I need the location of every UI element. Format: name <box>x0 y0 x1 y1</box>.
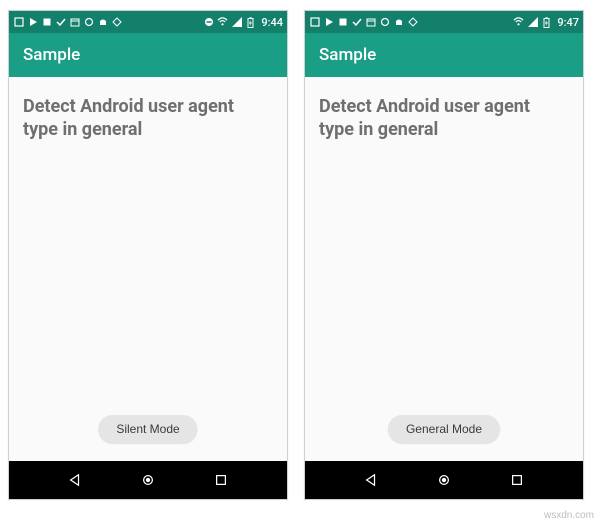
app-bar: Sample <box>305 33 583 77</box>
navigation-bar <box>9 461 287 499</box>
play-icon <box>27 17 38 28</box>
status-bar: 9:47 <box>305 11 583 33</box>
status-left-icons <box>309 17 418 28</box>
wifi-icon <box>217 17 228 28</box>
status-bar: 9:44 <box>9 11 287 33</box>
status-left-icons <box>13 17 122 28</box>
battery-icon <box>541 17 552 28</box>
circle-icon <box>83 17 94 28</box>
content-area: Detect Android user agent type in genera… <box>9 77 287 461</box>
square-icon <box>41 17 52 28</box>
play-icon <box>323 17 334 28</box>
mode-button[interactable]: Silent Mode <box>98 415 197 443</box>
notification-icon <box>309 17 320 28</box>
status-right-icons: 9:47 <box>513 16 579 29</box>
calendar-icon <box>69 17 80 28</box>
check-icon <box>55 17 66 28</box>
check-icon <box>351 17 362 28</box>
nav-home-button[interactable] <box>424 470 464 490</box>
navigation-bar <box>305 461 583 499</box>
content-area: Detect Android user agent type in genera… <box>305 77 583 461</box>
phone-left: 9:44 Sample Detect Android user agent ty… <box>8 10 288 500</box>
app-bar: Sample <box>9 33 287 77</box>
mode-button[interactable]: General Mode <box>388 415 500 443</box>
square-icon <box>337 17 348 28</box>
nav-back-button[interactable] <box>55 470 95 490</box>
nav-recents-button[interactable] <box>497 470 537 490</box>
screenshot-pair: 9:44 Sample Detect Android user agent ty… <box>0 0 600 510</box>
app-title: Sample <box>23 45 80 65</box>
battery-icon <box>245 17 256 28</box>
phone-right: 9:47 Sample Detect Android user agent ty… <box>304 10 584 500</box>
more-icon <box>111 17 122 28</box>
wifi-icon <box>513 17 524 28</box>
content-heading: Detect Android user agent type in genera… <box>23 95 273 142</box>
nav-back-button[interactable] <box>351 470 391 490</box>
content-heading: Detect Android user agent type in genera… <box>319 95 569 142</box>
nav-home-button[interactable] <box>128 470 168 490</box>
signal-icon <box>527 17 538 28</box>
nav-recents-button[interactable] <box>201 470 241 490</box>
status-clock: 9:44 <box>261 16 283 29</box>
android-icon <box>97 17 108 28</box>
app-title: Sample <box>319 45 376 65</box>
notification-icon <box>13 17 24 28</box>
signal-icon <box>231 17 242 28</box>
dnd-icon <box>203 17 214 28</box>
status-right-icons: 9:44 <box>203 16 283 29</box>
circle-icon <box>379 17 390 28</box>
android-icon <box>393 17 404 28</box>
status-clock: 9:47 <box>557 16 579 29</box>
watermark-text: wsxdn.com <box>544 510 594 521</box>
more-icon <box>407 17 418 28</box>
calendar-icon <box>365 17 376 28</box>
